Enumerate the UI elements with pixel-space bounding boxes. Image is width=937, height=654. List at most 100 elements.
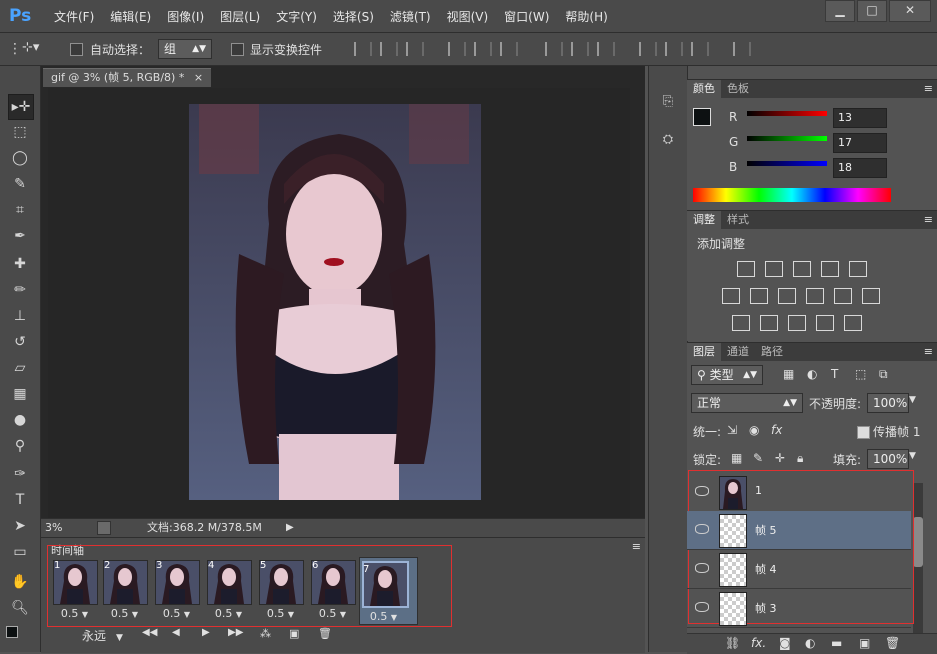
lock-transparent-icon[interactable]: ▦ [731, 451, 742, 465]
r-value[interactable]: 13 [833, 108, 887, 128]
r-slider[interactable] [747, 111, 827, 116]
layer-filter-dropdown[interactable]: ⚲ 类型 ▲▼ [691, 365, 763, 385]
hue-saturation-icon[interactable] [722, 288, 740, 304]
propagate-checkbox[interactable] [857, 425, 870, 439]
threshold-icon[interactable] [788, 315, 806, 331]
maximize-button[interactable]: □ [857, 0, 887, 22]
move-tool-icon[interactable]: ▸✛ [8, 94, 34, 120]
tab-channels[interactable]: 通道 [721, 343, 755, 361]
black-white-icon[interactable] [778, 288, 796, 304]
auto-select-checkbox[interactable] [70, 42, 83, 56]
unify-style-icon[interactable]: fx [771, 423, 782, 437]
zoom-tool-icon[interactable]: 🔍︎ [8, 596, 32, 620]
frame-delay[interactable]: 0.5 ▼ [259, 607, 302, 620]
unify-position-icon[interactable]: ⇲ [727, 423, 737, 437]
frame-delay[interactable]: 0.5 ▼ [103, 607, 146, 620]
tween-icon[interactable]: ⁂ [260, 627, 271, 640]
frame-delay[interactable]: 0.5 ▼ [53, 607, 96, 620]
align-bottom-icon[interactable] [406, 41, 424, 56]
align-left-icon[interactable] [447, 41, 466, 56]
zoom-level[interactable]: 3% [45, 519, 62, 537]
layer-row[interactable]: 帧 4 [687, 550, 911, 589]
layer-name[interactable]: 帧 5 [755, 522, 777, 538]
brightness-icon[interactable] [737, 261, 755, 277]
vibrance-icon[interactable] [849, 261, 867, 277]
gradient-map-icon[interactable] [844, 315, 862, 331]
menu-layer[interactable]: 图层(L) [212, 8, 268, 25]
pen-tool-icon[interactable]: ✑ [8, 462, 32, 486]
align-vcenter-icon[interactable] [380, 41, 398, 56]
foreground-swatch-small[interactable] [6, 626, 18, 638]
eyedropper-tool-icon[interactable]: ✒ [8, 224, 32, 248]
show-transform-checkbox[interactable] [231, 42, 244, 56]
layer-name[interactable]: 帧 4 [755, 561, 777, 577]
channel-mixer-icon[interactable] [834, 288, 852, 304]
distribute-right-icon[interactable] [690, 41, 709, 56]
play-icon[interactable]: ▶ [202, 627, 210, 638]
menu-filter[interactable]: 滤镜(T) [382, 8, 439, 25]
close-tab-icon[interactable]: × [194, 71, 203, 84]
align-top-icon[interactable] [354, 41, 372, 56]
visibility-eye-icon[interactable] [695, 602, 709, 612]
menu-image[interactable]: 图像(I) [159, 8, 212, 25]
distribute-top-icon[interactable] [545, 41, 564, 56]
levels-icon[interactable] [765, 261, 783, 277]
delete-frame-icon[interactable]: 🗑︎ [318, 627, 332, 640]
status-arrow-icon[interactable]: ▶ [286, 519, 294, 537]
frame-delay[interactable]: 0.5 ▼ [155, 607, 198, 620]
timeline-frame[interactable]: 7 0.5 ▼ [359, 557, 418, 625]
new-group-icon[interactable]: ▬ [831, 636, 842, 650]
filter-type-icon[interactable]: T [831, 367, 838, 381]
prev-frame-icon[interactable]: ◀ [172, 627, 180, 638]
visibility-eye-icon[interactable] [695, 486, 709, 496]
hand-tool-icon[interactable]: ✋ [8, 570, 32, 594]
dodge-tool-icon[interactable]: ⚲ [8, 434, 32, 458]
color-lookup-icon[interactable] [862, 288, 880, 304]
gradient-tool-icon[interactable]: ▦ [8, 382, 32, 406]
menu-view[interactable]: 视图(V) [439, 8, 497, 25]
brush-tool-icon[interactable]: ✏ [8, 278, 32, 302]
panel-menu-icon[interactable]: ≡ [632, 540, 641, 553]
lasso-tool-icon[interactable]: ◯ [8, 146, 32, 170]
filter-adjustment-icon[interactable]: ◐ [807, 367, 817, 381]
marquee-tool-icon[interactable]: ⬚ [8, 120, 32, 144]
new-layer-icon[interactable]: ▣ [859, 636, 870, 650]
blur-tool-icon[interactable]: ● [8, 408, 32, 432]
layer-name[interactable]: 帧 3 [755, 600, 777, 616]
eraser-tool-icon[interactable]: ▱ [8, 356, 32, 380]
timeline-frame[interactable]: 4 0.5 ▼ [205, 557, 252, 623]
tab-swatches[interactable]: 色板 [721, 80, 755, 98]
tab-color[interactable]: 颜色 [687, 80, 721, 98]
layer-mask-icon[interactable]: ◙ [779, 636, 791, 650]
panel-menu-icon[interactable]: ≡ [924, 343, 933, 361]
fill-dropdown-icon[interactable]: ▼ [909, 451, 916, 461]
close-button[interactable]: ✕ [889, 0, 931, 22]
document-tab[interactable]: gif @ 3% (帧 5, RGB/8) * × [43, 68, 211, 87]
foreground-color-swatch[interactable] [693, 108, 711, 126]
auto-align-icon[interactable] [732, 41, 751, 56]
filter-shape-icon[interactable]: ⬚ [855, 367, 866, 381]
type-tool-icon[interactable]: T [8, 488, 32, 512]
history-brush-tool-icon[interactable]: ↺ [8, 330, 32, 354]
menu-window[interactable]: 窗口(W) [496, 8, 557, 25]
layer-style-icon[interactable]: fx. [751, 636, 766, 650]
first-frame-icon[interactable]: ◀◀ [142, 627, 157, 638]
shape-tool-icon[interactable]: ▭ [8, 540, 32, 564]
b-slider[interactable] [747, 161, 827, 166]
duplicate-frame-icon[interactable]: ▣ [289, 627, 299, 640]
crop-tool-icon[interactable]: ⌗ [8, 198, 32, 222]
b-value[interactable]: 18 [833, 158, 887, 178]
frame-delay[interactable]: 0.5 ▼ [362, 608, 405, 627]
posterize-icon[interactable] [760, 315, 778, 331]
layer-name[interactable]: 1 [755, 484, 762, 497]
frame-delay[interactable]: 0.5 ▼ [311, 607, 354, 620]
next-frame-icon[interactable]: ▶▶ [228, 627, 243, 638]
blend-mode-dropdown[interactable]: 正常 ▲▼ [691, 393, 803, 413]
path-select-tool-icon[interactable]: ➤ [8, 514, 32, 538]
color-spectrum-bar[interactable] [693, 188, 891, 202]
distribute-bottom-icon[interactable] [597, 41, 616, 56]
quick-select-tool-icon[interactable]: ✎ [8, 172, 32, 196]
menu-type[interactable]: 文字(Y) [268, 8, 325, 25]
opacity-input[interactable]: 100% [867, 393, 909, 413]
frame-delay[interactable]: 0.5 ▼ [207, 607, 250, 620]
